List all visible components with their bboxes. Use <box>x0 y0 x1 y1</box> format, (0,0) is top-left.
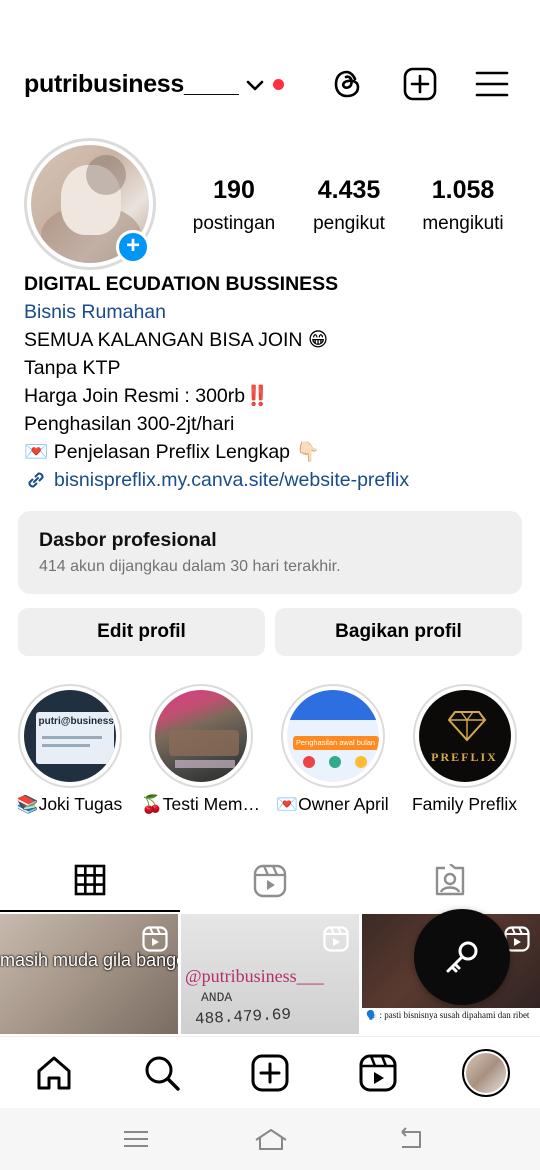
professional-dashboard[interactable]: Dasbor profesional 414 akun dijangkau da… <box>18 511 522 594</box>
share-profile-button[interactable]: Bagikan profil <box>275 608 522 656</box>
recent-apps-icon[interactable] <box>121 1126 151 1152</box>
reels-nav-icon[interactable] <box>358 1053 398 1093</box>
menu-icon[interactable] <box>474 66 510 102</box>
bio-link-text[interactable]: bisnispreflix.my.canva.site/website-pref… <box>54 466 409 494</box>
reel-badge-icon <box>142 926 168 952</box>
diamond-logo-icon <box>447 711 486 742</box>
home-button-icon[interactable] <box>253 1126 289 1152</box>
back-icon[interactable] <box>396 1126 426 1152</box>
profile-bio: DIGITAL ECUDATION BUSSINESS Bisnis Rumah… <box>24 270 524 494</box>
bio-line: Tanpa KTP <box>24 357 121 379</box>
profile-nav-avatar[interactable] <box>462 1049 510 1097</box>
reels-icon <box>253 864 287 898</box>
stat-followers[interactable]: 4.435 pengikut <box>304 176 394 235</box>
stat-followers-value: 4.435 <box>317 176 381 204</box>
dashboard-title: Dasbor profesional <box>39 529 217 551</box>
post-caption: @putribusiness___ <box>185 966 324 986</box>
threads-icon[interactable] <box>330 66 366 102</box>
bio-link[interactable]: bisnispreflix.my.canva.site/website-pref… <box>24 466 524 494</box>
link-icon <box>28 472 44 488</box>
bio-line: Penghasilan 300-2jt/hari <box>24 413 235 435</box>
stat-followers-label: pengikut <box>313 213 385 234</box>
tagged-icon <box>435 864 465 896</box>
stat-following[interactable]: 1.058 mengikuti <box>414 176 512 235</box>
highlight-thumb-text: PREFLIX <box>431 750 498 764</box>
profile-tabs <box>0 850 540 912</box>
system-navigation-bar <box>0 1108 540 1170</box>
profile-name: DIGITAL ECUDATION BUSSINESS <box>24 273 339 295</box>
dashboard-subtitle: 414 akun dijangkau dalam 30 hari terakhi… <box>39 558 341 575</box>
stat-posts-value: 190 <box>213 176 255 204</box>
bottom-navigation <box>0 1036 540 1108</box>
stat-posts-label: postingan <box>192 213 276 234</box>
post-thumbnail[interactable]: masih muda gila banget bisnis, sutt nak … <box>0 914 178 1034</box>
stat-posts[interactable]: 190 postingan <box>186 176 282 235</box>
search-icon[interactable] <box>142 1053 182 1093</box>
highlight-thumb: putri@business <box>23 690 116 782</box>
notification-dot <box>273 79 284 90</box>
highlight-item[interactable]: Penghasilan awal bulan 💌Owner April <box>276 684 389 814</box>
avatar <box>466 1053 506 1093</box>
highlight-label: Family Preflix <box>411 794 518 814</box>
tab-posts-grid[interactable] <box>0 850 180 912</box>
bio-line: 💌 Penjelasan Preflix Lengkap 👇🏻 <box>24 441 320 463</box>
stat-following-label: mengikuti <box>422 213 504 234</box>
highlight-label: 📚Joki Tugas <box>16 794 123 814</box>
highlight-label: 🍒Testi Mem… <box>140 794 261 814</box>
highlight-thumb: Penghasilan awal bulan <box>286 690 379 782</box>
reel-badge-icon <box>323 926 349 952</box>
stat-following-value: 1.058 <box>431 176 495 204</box>
tab-tagged[interactable] <box>360 850 540 912</box>
highlight-thumb-text: putri@business <box>38 716 114 727</box>
floating-key-button[interactable] <box>414 909 510 1005</box>
profile-category[interactable]: Bisnis Rumahan <box>24 298 524 326</box>
create-icon[interactable] <box>250 1053 290 1093</box>
highlight-item[interactable]: putri@business 📚Joki Tugas <box>17 684 122 814</box>
highlight-item[interactable]: 🍒Testi Mem… <box>141 684 260 814</box>
bio-line: Harga Join Resmi : 300rb‼️ <box>24 385 270 407</box>
highlight-thumb: PREFLIX <box>418 690 511 782</box>
post-caption: 🗣️ : pasti bisnisnya susah dipahami dan … <box>362 1008 540 1034</box>
highlight-thumb-text: Penghasilan awal bulan <box>292 736 379 750</box>
edit-profile-button[interactable]: Edit profil <box>18 608 265 656</box>
chevron-down-icon[interactable] <box>244 74 266 96</box>
username[interactable]: putribusiness____ <box>24 70 239 99</box>
profile-header: putribusiness____ <box>0 60 540 110</box>
create-post-icon[interactable] <box>402 66 438 102</box>
add-story-button[interactable]: + <box>116 230 150 264</box>
highlight-label: 💌Owner April <box>276 794 389 814</box>
post-number: 488.479.69 <box>194 1005 292 1029</box>
tab-reels[interactable] <box>180 850 360 912</box>
bio-line: SEMUA KALANGAN BISA JOIN 😁 <box>24 329 329 351</box>
key-icon <box>446 941 478 973</box>
grid-icon <box>74 864 106 896</box>
post-thumbnail[interactable]: @putribusiness___ ANDA 488.479.69 <box>181 914 359 1034</box>
post-sub: ANDA <box>201 990 233 1005</box>
highlight-thumb <box>154 690 247 782</box>
highlight-item[interactable]: PREFLIX Family Preflix <box>412 684 517 814</box>
home-icon[interactable] <box>34 1053 74 1093</box>
